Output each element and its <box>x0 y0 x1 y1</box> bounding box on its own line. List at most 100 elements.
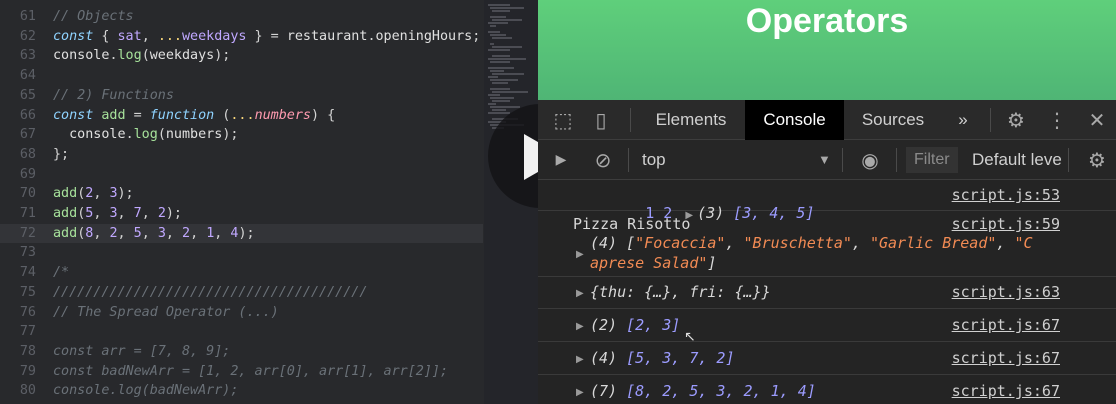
object-preview[interactable]: {thu: {…}, fri: {…}} <box>590 283 771 301</box>
context-selector[interactable]: top <box>642 140 666 180</box>
eye-icon[interactable]: ◉ <box>856 140 884 180</box>
minimap-line <box>488 76 498 78</box>
minimap-line <box>492 46 522 48</box>
array-preview[interactable]: (7) [8, 2, 5, 3, 2, 1, 4] <box>590 382 816 400</box>
code-line[interactable]: 77 <box>0 322 483 342</box>
divider <box>990 108 991 132</box>
more-options-icon[interactable]: ⋮ <box>1044 100 1070 140</box>
divider <box>896 148 897 172</box>
code-text: console.log(badNewArr); <box>53 383 239 399</box>
line-number: 61 <box>19 9 36 24</box>
divider <box>842 148 843 172</box>
minimap-line <box>488 94 500 96</box>
code-line[interactable]: 80 console.log(badNewArr); <box>0 381 483 401</box>
minimap-line <box>488 58 526 60</box>
tab-console[interactable]: Console <box>745 100 844 140</box>
code-line[interactable]: 66 const add = function (...numbers) { <box>0 106 483 126</box>
tab-sources[interactable]: Sources <box>846 100 940 140</box>
code-text: const { sat, ...weekdays } = restaurant.… <box>53 28 481 44</box>
line-number: 68 <box>19 146 36 162</box>
console-output[interactable]: 1 2 ▶ (3) [3, 4, 5] script.js:53 Pizza Ri… <box>538 181 1116 404</box>
code-line[interactable]: 72 add(8, 2, 5, 3, 2, 1, 4); <box>0 223 483 244</box>
divider <box>628 148 629 172</box>
minimap-line <box>488 4 510 6</box>
log-levels-dropdown[interactable]: Default levels <box>972 140 1062 180</box>
tab-elements[interactable]: Elements <box>642 100 740 140</box>
minimap-line <box>490 34 506 36</box>
minimap-line <box>492 73 524 75</box>
code-line[interactable]: 63 console.log(weekdays); <box>0 46 483 66</box>
minimap-line <box>492 109 506 111</box>
chevron-down-icon[interactable]: ▼ <box>818 140 831 180</box>
code-line[interactable]: 79 const badNewArr = [1, 2, arr[0], arr[1… <box>0 362 483 382</box>
console-toolbar: ▶ ⊘ top ▼ ◉ Filter Default levels ⚙ <box>538 140 1116 180</box>
code-line[interactable]: 64 <box>0 66 483 86</box>
code-line[interactable]: 73 <box>0 243 483 263</box>
code-editor[interactable]: 61 // Objects 62 const { sat, ...weekdays }… <box>0 0 538 404</box>
device-toolbar-icon[interactable]: ▯ <box>588 100 614 140</box>
line-number: 79 <box>19 363 36 379</box>
expand-triangle-icon[interactable]: ▶ <box>576 321 584 332</box>
expand-triangle-icon[interactable]: ▶ <box>576 387 584 398</box>
console-message: ▶ (4) [5, 3, 7, 2] script.js:67 <box>538 342 1116 375</box>
expand-triangle-icon[interactable]: ▶ <box>576 288 584 299</box>
minimap-line <box>492 91 528 93</box>
array-preview-cont: aprese Salad"] <box>590 254 717 272</box>
minimap-line <box>488 22 508 24</box>
line-number: 76 <box>19 304 36 320</box>
minimap-line <box>492 37 512 39</box>
code-text: const add = function (...numbers) { <box>53 107 336 123</box>
minimap-line <box>490 79 518 81</box>
array-preview[interactable]: (2) [2, 3] <box>590 316 680 334</box>
line-number: 65 <box>19 87 36 103</box>
console-message: 1 2 ▶ (3) [3, 4, 5] script.js:53 <box>538 181 1116 222</box>
minimap-line <box>488 31 500 33</box>
source-link[interactable]: script.js:59 <box>952 215 1060 233</box>
code-line[interactable]: 69 <box>0 165 483 185</box>
code-line[interactable]: 65 // 2) Functions <box>0 86 483 106</box>
code-line[interactable]: 76 // The Spread Operator (...) <box>0 303 483 323</box>
source-link[interactable]: script.js:67 <box>952 382 1060 400</box>
source-link[interactable]: script.js:63 <box>952 283 1060 301</box>
settings-gear-icon[interactable]: ⚙ <box>1002 100 1030 140</box>
console-message: ▶ {thu: {…}, fri: {…}} script.js:63 <box>538 277 1116 309</box>
minimap-line <box>488 67 514 69</box>
console-message: ▶ (2) [2, 3] script.js:67 <box>538 309 1116 342</box>
code-line[interactable]: 70 add(2, 3); <box>0 184 483 204</box>
minimap-line <box>492 55 510 57</box>
minimap-line <box>492 100 510 102</box>
code-line[interactable]: 68}; <box>0 145 483 165</box>
minimap-line <box>488 49 510 51</box>
sidebar-toggle-icon[interactable]: ▶ <box>548 140 574 180</box>
code-line[interactable]: 62 const { sat, ...weekdays } = restauran… <box>0 27 483 47</box>
expand-triangle-icon[interactable]: ▶ <box>576 354 584 365</box>
divider <box>1068 148 1069 172</box>
filter-input[interactable]: Filter <box>906 147 958 173</box>
code-text: // 2) Functions <box>53 87 174 103</box>
array-preview[interactable]: (4) [5, 3, 7, 2] <box>590 349 735 367</box>
source-link[interactable]: script.js:67 <box>952 316 1060 334</box>
minimap-line <box>492 19 522 21</box>
line-number: 72 <box>19 225 36 241</box>
code-line[interactable]: 74 /* <box>0 263 483 283</box>
console-settings-gear-icon[interactable]: ⚙ <box>1084 140 1110 180</box>
minimap-line <box>490 7 524 9</box>
source-link[interactable]: script.js:53 <box>952 186 1060 204</box>
page-title: Operators <box>745 2 909 40</box>
minimap-line <box>490 97 514 99</box>
code-text: const arr = [7, 8, 9]; <box>53 343 231 359</box>
code-line[interactable]: 78 const arr = [7, 8, 9]; <box>0 342 483 362</box>
minimap-line <box>488 103 496 105</box>
more-tabs-button[interactable]: » <box>946 100 980 140</box>
clear-console-icon[interactable]: ⊘ <box>590 140 616 180</box>
array-preview[interactable]: (4) ["Focaccia", "Bruschetta", "Garlic B… <box>590 234 1033 252</box>
inspect-element-icon[interactable]: ⬚ <box>550 100 576 140</box>
close-icon[interactable]: ✕ <box>1084 100 1110 140</box>
source-link[interactable]: script.js:67 <box>952 349 1060 367</box>
code-text: // Objects <box>53 9 134 24</box>
code-line[interactable]: 75 //////////////////////////////////////… <box>0 283 483 303</box>
code-line[interactable]: 61 // Objects <box>0 7 483 27</box>
expand-triangle-icon[interactable]: ▶ <box>576 249 584 260</box>
code-line[interactable]: 67 console.log(numbers); <box>0 125 483 145</box>
code-line[interactable]: 71 add(5, 3, 7, 2); <box>0 204 483 224</box>
